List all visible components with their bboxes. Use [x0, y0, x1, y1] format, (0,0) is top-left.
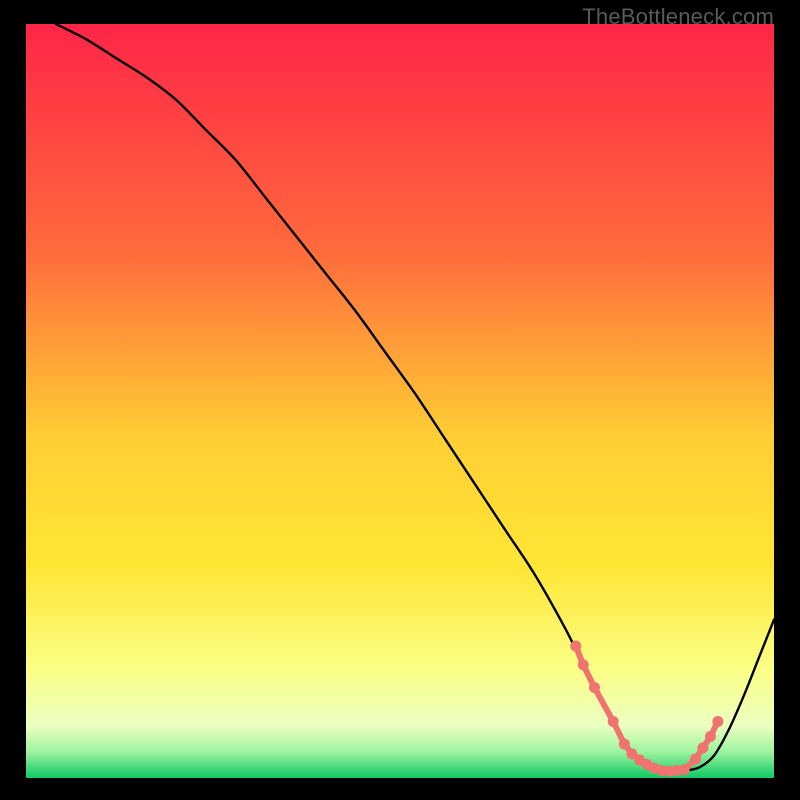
gradient-background: [26, 24, 774, 778]
curve-marker-dot: [712, 716, 723, 727]
chart-frame: [26, 24, 774, 778]
bottleneck-chart: [26, 24, 774, 778]
